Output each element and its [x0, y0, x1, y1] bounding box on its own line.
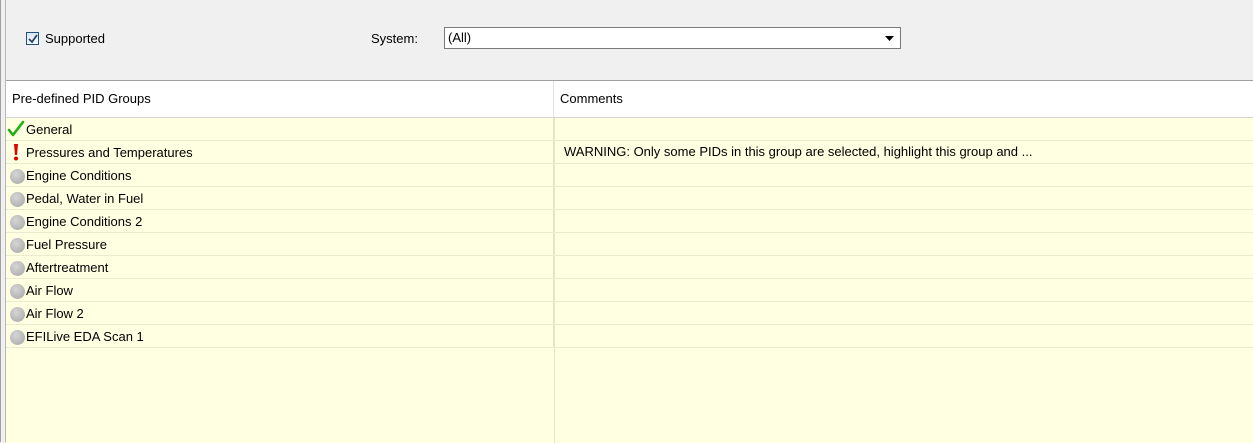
- table-row[interactable]: Air Flow 2: [6, 302, 1253, 325]
- group-name: Engine Conditions: [26, 167, 132, 183]
- gray-dot-icon: [7, 327, 25, 345]
- check-icon: [7, 120, 25, 138]
- group-cell[interactable]: Pedal, Water in Fuel: [6, 187, 554, 209]
- warning-icon: [7, 143, 25, 161]
- pid-groups-grid: Pre-defined PID Groups Comments General …: [6, 80, 1253, 443]
- group-cell[interactable]: Air Flow 2: [6, 302, 554, 324]
- table-row[interactable]: Air Flow: [6, 279, 1253, 302]
- gray-dot-icon: [7, 212, 25, 230]
- group-cell[interactable]: EFILive EDA Scan 1: [6, 325, 554, 347]
- system-dropdown[interactable]: (All): [444, 27, 901, 49]
- group-name: Air Flow 2: [26, 305, 84, 321]
- group-name: Engine Conditions 2: [26, 213, 143, 229]
- checkbox-box[interactable]: [26, 31, 39, 45]
- gray-dot-icon: [7, 235, 25, 253]
- comment-cell[interactable]: [564, 210, 1244, 232]
- gray-dot-icon: [7, 258, 25, 276]
- group-name: Pedal, Water in Fuel: [26, 190, 144, 206]
- group-cell[interactable]: Engine Conditions 2: [6, 210, 554, 232]
- supported-label: Supported: [45, 30, 105, 46]
- table-row[interactable]: Aftertreatment: [6, 256, 1253, 279]
- comment-cell[interactable]: [564, 256, 1244, 278]
- table-row[interactable]: Pedal, Water in Fuel: [6, 187, 1253, 210]
- table-row[interactable]: Fuel Pressure: [6, 233, 1253, 256]
- column-header-groups[interactable]: Pre-defined PID Groups: [6, 81, 554, 117]
- grid-header: Pre-defined PID Groups Comments: [6, 81, 1253, 118]
- comment-cell[interactable]: [564, 118, 1244, 140]
- group-name: General: [26, 121, 73, 137]
- comment-cell[interactable]: WARNING: Only some PIDs in this group ar…: [564, 141, 1244, 163]
- system-label: System:: [371, 31, 418, 46]
- gray-dot-icon: [7, 304, 25, 322]
- comment-cell[interactable]: [564, 187, 1244, 209]
- supported-checkbox[interactable]: Supported: [26, 28, 105, 48]
- filter-toolbar: Supported System: (All): [12, 0, 1253, 80]
- gray-dot-icon: [7, 189, 25, 207]
- gray-dot-icon: [7, 166, 25, 184]
- group-name: EFILive EDA Scan 1: [26, 328, 144, 344]
- group-cell[interactable]: Fuel Pressure: [6, 233, 554, 255]
- group-name: Pressures and Temperatures: [26, 144, 193, 160]
- grid-rows: General Pressures and Temperatures WARNI…: [6, 118, 1253, 348]
- dropdown-arrow-icon[interactable]: [878, 28, 900, 48]
- group-cell[interactable]: Air Flow: [6, 279, 554, 301]
- comment-cell[interactable]: [564, 233, 1244, 255]
- comment-cell[interactable]: [564, 302, 1244, 324]
- group-cell[interactable]: General: [6, 118, 554, 140]
- comment-cell[interactable]: [564, 164, 1244, 186]
- comment-cell[interactable]: [564, 325, 1244, 347]
- group-name: Aftertreatment: [26, 259, 109, 275]
- table-row[interactable]: EFILive EDA Scan 1: [6, 325, 1253, 348]
- system-dropdown-value: (All): [448, 30, 472, 45]
- group-cell[interactable]: Pressures and Temperatures: [6, 141, 554, 163]
- group-cell[interactable]: Aftertreatment: [6, 256, 554, 278]
- checkmark-icon: [28, 33, 38, 43]
- comment-cell[interactable]: [564, 279, 1244, 301]
- group-name: Fuel Pressure: [26, 236, 107, 252]
- group-name: Air Flow: [26, 282, 73, 298]
- table-row[interactable]: General: [6, 118, 1253, 141]
- table-row[interactable]: Engine Conditions: [6, 164, 1253, 187]
- table-row[interactable]: Pressures and Temperatures WARNING: Only…: [6, 141, 1253, 164]
- gray-dot-icon: [7, 281, 25, 299]
- group-cell[interactable]: Engine Conditions: [6, 164, 554, 186]
- column-header-comments[interactable]: Comments: [554, 81, 1253, 117]
- table-row[interactable]: Engine Conditions 2: [6, 210, 1253, 233]
